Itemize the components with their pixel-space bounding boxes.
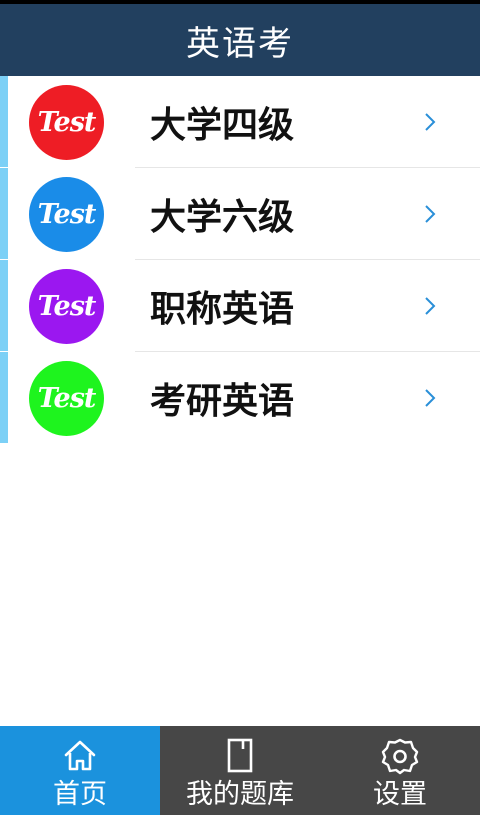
gear-icon — [381, 738, 419, 775]
exam-item-label: 大学六级 — [150, 196, 295, 238]
tab-label: 我的题库 — [186, 779, 294, 810]
exam-item-postgraduate-english[interactable]: Test 考研英语 — [0, 352, 480, 443]
tab-settings[interactable]: 设置 — [320, 726, 480, 815]
test-badge-icon: Test — [29, 269, 104, 344]
book-icon — [227, 738, 253, 773]
tab-my-question-bank[interactable]: 我的题库 — [160, 726, 320, 815]
test-badge-icon: Test — [29, 361, 104, 436]
exam-item-label: 职称英语 — [150, 288, 295, 330]
tab-label: 设置 — [373, 779, 427, 810]
accent-bar — [0, 168, 8, 259]
accent-bar — [0, 76, 8, 167]
bottom-tab-bar: 首页 我的题库 设置 — [0, 726, 480, 815]
home-icon — [64, 740, 96, 771]
tab-label: 首页 — [53, 779, 107, 810]
badge-text: Test — [37, 383, 97, 414]
chevron-right-icon — [425, 297, 436, 315]
exam-item-label: 考研英语 — [150, 380, 295, 422]
exam-item-cet4[interactable]: Test 大学四级 — [0, 76, 480, 168]
accent-bar — [0, 352, 8, 443]
test-badge-icon: Test — [29, 85, 104, 160]
tab-home[interactable]: 首页 — [0, 726, 160, 815]
chevron-right-icon — [425, 205, 436, 223]
test-badge-icon: Test — [29, 177, 104, 252]
app-header: 英语考 — [0, 4, 480, 76]
accent-bar — [0, 260, 8, 351]
exam-list: Test 大学四级 Test 大学六级 Test 职称英语 Test 考研英语 — [0, 76, 480, 443]
exam-item-label: 大学四级 — [150, 104, 295, 146]
exam-item-cet6[interactable]: Test 大学六级 — [0, 168, 480, 260]
chevron-right-icon — [425, 389, 436, 407]
badge-text: Test — [37, 199, 97, 230]
badge-text: Test — [37, 291, 97, 322]
exam-item-professional-title-english[interactable]: Test 职称英语 — [0, 260, 480, 352]
badge-text: Test — [37, 107, 97, 138]
page-title: 英语考 — [186, 23, 294, 64]
chevron-right-icon — [425, 113, 436, 131]
